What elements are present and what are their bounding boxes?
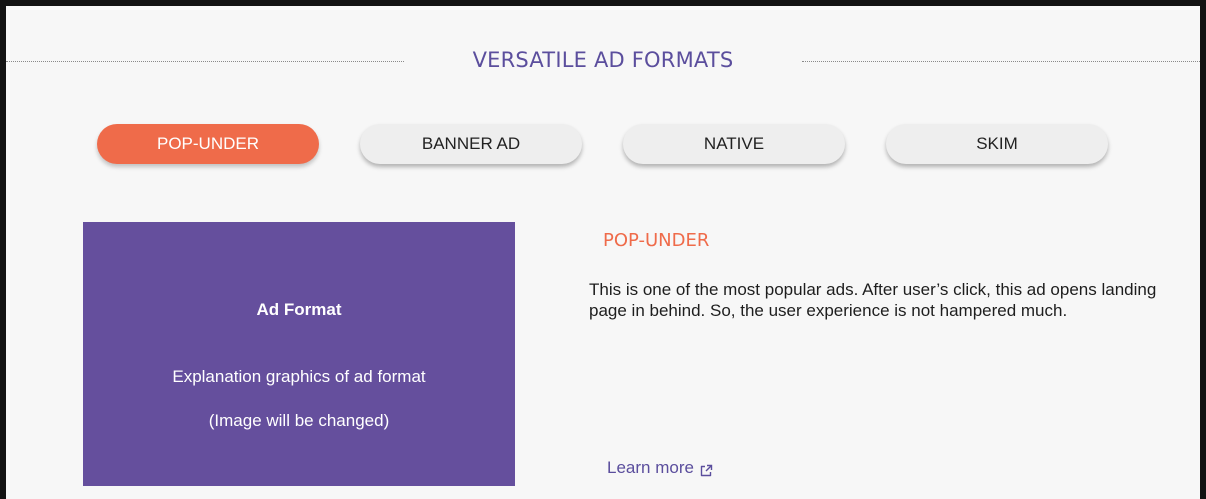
section-header: VERSATILE AD FORMATS <box>6 44 1200 76</box>
divider-left <box>6 61 404 62</box>
tab-native[interactable]: NATIVE <box>623 124 845 164</box>
tab-skim[interactable]: SKIM <box>886 124 1108 164</box>
placeholder-note: (Image will be changed) <box>208 411 390 430</box>
placeholder-caption: Explanation graphics of ad format <box>172 367 426 386</box>
learn-more-link[interactable]: Learn more <box>607 458 713 478</box>
divider-right <box>802 61 1200 62</box>
tab-pop-under[interactable]: POP-UNDER <box>97 124 319 164</box>
ad-formats-section: VERSATILE AD FORMATS POP-UNDER BANNER AD… <box>6 6 1200 499</box>
external-link-icon <box>700 462 713 476</box>
ad-format-image-placeholder: Ad Format Explanation graphics of ad for… <box>83 222 515 486</box>
section-title: VERSATILE AD FORMATS <box>472 48 734 72</box>
tab-banner-ad[interactable]: BANNER AD <box>360 124 582 164</box>
detail-title: POP-UNDER <box>603 230 710 251</box>
placeholder-title: Ad Format <box>256 300 342 319</box>
ad-format-tabs: POP-UNDER BANNER AD NATIVE SKIM <box>6 124 1200 168</box>
detail-description: This is one of the most popular ads. Aft… <box>589 280 1157 320</box>
learn-more-label: Learn more <box>607 458 694 477</box>
